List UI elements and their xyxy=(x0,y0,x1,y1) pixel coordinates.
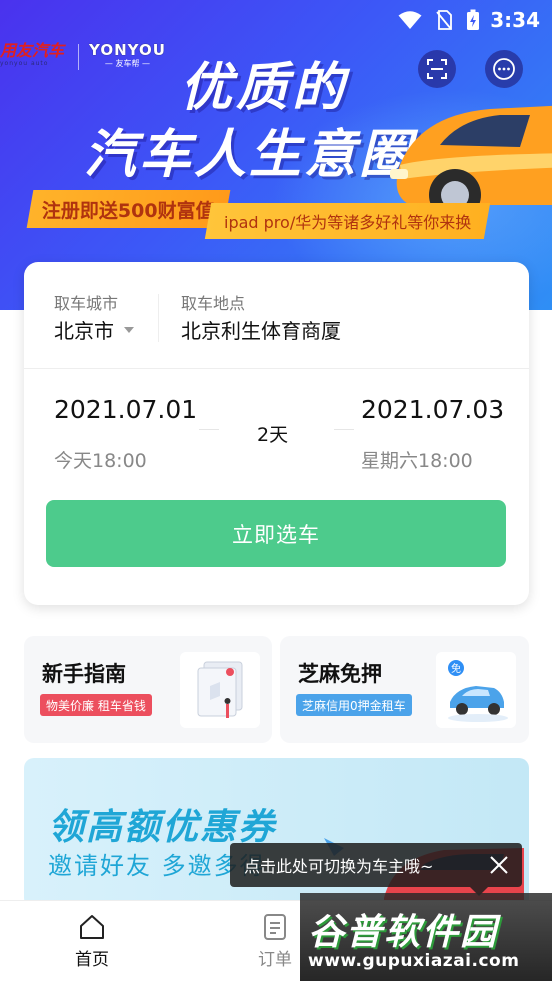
scan-button[interactable] xyxy=(418,50,456,88)
logo-left-text: 用友汽车 xyxy=(0,41,65,60)
orange-car-icon xyxy=(390,105,552,215)
home-icon xyxy=(80,915,104,939)
caret-down-icon xyxy=(124,326,134,333)
pickup-place-field[interactable]: 北京利生体育商厦 xyxy=(181,315,341,344)
duration-line-right xyxy=(334,429,354,430)
duration-line-left xyxy=(199,429,219,430)
pickup-city-value: 北京市 xyxy=(54,319,114,343)
promo-gift-text: ipad pro/华为等诸多好礼等你来换 xyxy=(224,213,472,232)
status-time: 3:34 xyxy=(490,8,540,32)
nav-orders-label: 订单 xyxy=(258,950,292,970)
select-car-button[interactable]: 立即选车 xyxy=(46,500,506,567)
pickup-place-label: 取车地点 xyxy=(181,294,246,313)
more-icon xyxy=(493,58,515,80)
yonyou-auto-logo: 用友汽车 yonyou auto xyxy=(0,41,65,68)
watermark-title: 谷普软件园 xyxy=(308,912,499,953)
guide-book-icon xyxy=(180,652,260,728)
yonyou-logo: YONYOU — 友车帮 — xyxy=(89,42,166,69)
deposit-free-card[interactable]: 芝麻免押 芝麻信用0押金租车 免 xyxy=(280,636,529,743)
return-date[interactable]: 2021.07.03 xyxy=(361,395,504,424)
headline-line1: 优质的 xyxy=(180,58,349,118)
scan-icon xyxy=(427,59,447,79)
logo-separator xyxy=(78,44,80,70)
nav-home[interactable]: 首页 xyxy=(52,913,132,970)
tooltip-text: 点击此处可切换为车主哦~ xyxy=(244,857,434,876)
beginner-guide-card[interactable]: 新手指南 物美价廉 租车省钱 xyxy=(24,636,272,743)
guide-badge: 物美价廉 租车省钱 xyxy=(40,694,152,716)
rental-duration: 2天 xyxy=(257,424,289,446)
status-icons xyxy=(398,9,480,31)
order-icon xyxy=(264,914,286,940)
pickup-time[interactable]: 今天18:00 xyxy=(54,446,147,473)
field-divider xyxy=(158,294,159,342)
svg-text:免: 免 xyxy=(451,662,461,675)
close-icon[interactable] xyxy=(488,854,510,876)
status-bar: 3:34 xyxy=(0,0,552,40)
battery-charging-icon xyxy=(467,9,479,30)
pickup-date[interactable]: 2021.07.01 xyxy=(54,395,197,424)
wifi-icon xyxy=(398,11,422,29)
nav-home-label: 首页 xyxy=(75,950,109,970)
no-sim-icon xyxy=(436,10,452,30)
booking-card: 取车城市 北京市 取车地点 北京利生体育商厦 2021.07.01 今天18:0… xyxy=(24,262,529,605)
headline-line2: 汽车人生意圈 xyxy=(84,125,415,185)
logo-left-sub: yonyou auto xyxy=(0,60,49,67)
promo-gift-badge: ipad pro/华为等诸多好礼等你来换 xyxy=(204,203,491,239)
pickup-city-label: 取车城市 xyxy=(54,294,119,313)
site-watermark: 谷普软件园 www.gupuxiazai.com xyxy=(300,893,552,981)
deposit-badge: 芝麻信用0押金租车 xyxy=(296,694,412,716)
brand-logos: 用友汽车 yonyou auto YONYOU — 友车帮 — xyxy=(0,42,166,70)
promo-register-badge: 注册即送500财富值 xyxy=(26,190,231,228)
return-time[interactable]: 星期六18:00 xyxy=(361,446,473,473)
logo-right-sub: — 友车帮 — xyxy=(104,59,151,68)
promo-register-text: 注册即送500财富值 xyxy=(42,199,215,222)
watermark-url: www.gupuxiazai.com xyxy=(308,951,520,971)
switch-role-tooltip[interactable]: 点击此处可切换为车主哦~ xyxy=(230,843,522,887)
guide-title: 新手指南 xyxy=(42,662,126,686)
pickup-city-select[interactable]: 北京市 xyxy=(54,315,134,344)
deposit-title: 芝麻免押 xyxy=(298,662,382,686)
logo-right-text: YONYOU xyxy=(89,41,166,59)
section-divider xyxy=(24,368,529,369)
more-button[interactable] xyxy=(485,50,523,88)
deposit-free-car-icon: 免 xyxy=(436,652,516,728)
